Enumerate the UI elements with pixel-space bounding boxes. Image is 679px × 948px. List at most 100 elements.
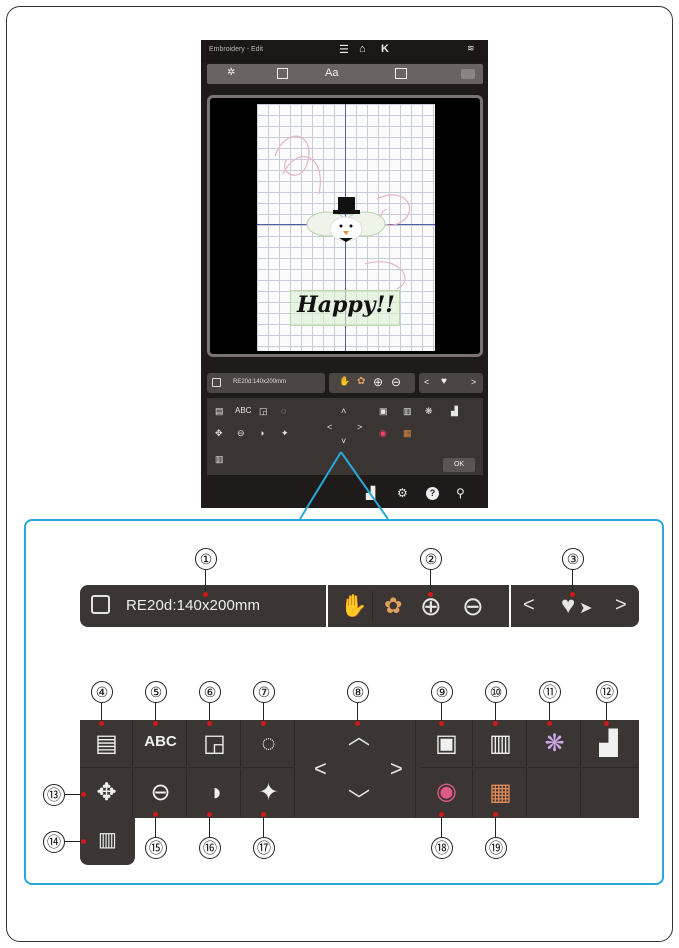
next-pattern-icon[interactable]: > (615, 595, 627, 615)
leader-8 (357, 703, 359, 723)
color-wheel-icon: ◉ (436, 778, 457, 805)
empty-cell (528, 769, 581, 817)
thread-color-icon: ▦ (489, 779, 512, 806)
callout-15: ⑮ (145, 837, 167, 859)
marker-7 (261, 721, 266, 726)
leader-6 (209, 703, 211, 723)
callout-10: ⑩ (485, 681, 507, 703)
callout-3: ③ (562, 548, 584, 570)
hoop-fit-button[interactable]: ▟ (582, 720, 639, 768)
color-button[interactable]: ◉ (420, 769, 473, 817)
marker-4 (99, 721, 104, 726)
marker-9 (439, 721, 444, 726)
leader-19 (495, 815, 497, 837)
flower-icon[interactable]: ✿ (384, 595, 402, 617)
checkbox-icon[interactable] (91, 595, 110, 614)
leader-18 (441, 815, 443, 837)
leader-2 (430, 570, 432, 594)
marker-6 (207, 721, 212, 726)
marker-2 (428, 592, 433, 597)
marker-5 (153, 721, 158, 726)
color-grouping-button[interactable]: ❋ (528, 720, 581, 768)
order-button[interactable]: ▥ (474, 720, 527, 768)
callout-9: ⑨ (431, 681, 453, 703)
leader-11 (549, 703, 551, 723)
down-arrow-icon[interactable]: ﹀ (348, 790, 370, 812)
up-arrow-icon[interactable]: ︿ (348, 726, 370, 748)
corner-point-button[interactable]: ✦ (242, 769, 295, 817)
marker-18 (439, 812, 444, 817)
marker-14 (81, 839, 86, 844)
thread-button[interactable]: ▦ (474, 769, 527, 817)
mirror-button[interactable]: ✥ (80, 769, 133, 817)
center-button[interactable]: ⊖ (134, 769, 187, 817)
zoom-out-icon[interactable]: ⊖ (462, 593, 484, 619)
zoom-tools-bar: ✋ ✿ ⊕ ⊖ (328, 585, 509, 627)
leader-5 (155, 703, 157, 723)
leader-7 (263, 703, 265, 723)
flip-button[interactable]: ◑ (188, 769, 241, 817)
marker-12 (604, 721, 609, 726)
callout-4: ④ (91, 681, 113, 703)
marker-8 (355, 721, 360, 726)
callout-1: ① (195, 548, 217, 570)
divider (372, 591, 373, 621)
rotate-button[interactable]: ◌ (242, 720, 295, 768)
center-icon: ⊖ (150, 779, 171, 806)
select-pattern-icon[interactable]: ♥ (561, 594, 575, 618)
callout-6: ⑥ (199, 681, 221, 703)
prev-pattern-icon[interactable]: < (523, 595, 535, 615)
arc-text-icon: ABC (144, 733, 177, 750)
pattern-select-bar: < ♥ ➤ > (511, 585, 639, 627)
callout-17: ⑰ (253, 837, 275, 859)
leader-9 (441, 703, 443, 723)
callout-13: ⑬ (43, 784, 65, 806)
leader-4 (101, 703, 103, 723)
marker-1 (203, 592, 208, 597)
edit-panel: ▤ ABC ◲ ◌ ︿ < > ﹀ ▣ ▥ ❋ ▟ ✥ ⊖ ◑ ✦ ◉ ▦ (80, 720, 639, 818)
leader-17 (263, 815, 265, 837)
left-arrow-icon[interactable]: < (314, 758, 327, 780)
mirror-icon: ✥ (96, 779, 117, 806)
callout-16: ⑯ (199, 837, 221, 859)
marker-15 (153, 812, 158, 817)
callout-19: ⑲ (485, 837, 507, 859)
leader-15 (155, 815, 157, 837)
arc-text-button[interactable]: ABC (134, 720, 187, 768)
leader-10 (495, 703, 497, 723)
resize-icon: ◲ (203, 730, 226, 757)
callout-5: ⑤ (145, 681, 167, 703)
marker-19 (493, 812, 498, 817)
callout-7: ⑦ (253, 681, 275, 703)
leader-3 (572, 570, 574, 594)
hoop-fit-icon: ▟ (599, 730, 618, 757)
callout-11: ⑪ (539, 681, 561, 703)
resize-button[interactable]: ◲ (188, 720, 241, 768)
callout-12: ⑫ (596, 681, 618, 703)
group-button[interactable]: ▣ (420, 720, 473, 768)
hand-icon[interactable]: ✋ (340, 595, 367, 617)
trash-icon: ▥ (98, 829, 117, 851)
duplicate-button[interactable]: ▤ (80, 720, 133, 768)
callout-2: ② (420, 548, 442, 570)
callout-14: ⑭ (43, 831, 65, 853)
flip-icon: ◑ (207, 779, 222, 806)
duplicate-icon: ▤ (95, 730, 118, 757)
callout-18: ⑱ (431, 837, 453, 859)
jog-keys: ︿ < > ﹀ (296, 720, 416, 818)
right-arrow-icon[interactable]: > (390, 758, 403, 780)
marker-13 (81, 792, 86, 797)
leader-12 (606, 703, 608, 723)
leader-16 (209, 815, 211, 837)
delete-button[interactable]: ▥ (80, 818, 135, 865)
hoop-size-label: RE20d:140x200mm (126, 597, 261, 614)
color-grouping-icon: ❋ (544, 730, 565, 757)
callout-8: ⑧ (347, 681, 369, 703)
rotate-icon: ◌ (261, 730, 276, 757)
marker-10 (493, 721, 498, 726)
pointer-icon: ➤ (579, 600, 593, 617)
marker-3 (570, 592, 575, 597)
marker-17 (261, 812, 266, 817)
order-icon: ▥ (489, 730, 512, 757)
group-icon: ▣ (435, 730, 458, 757)
